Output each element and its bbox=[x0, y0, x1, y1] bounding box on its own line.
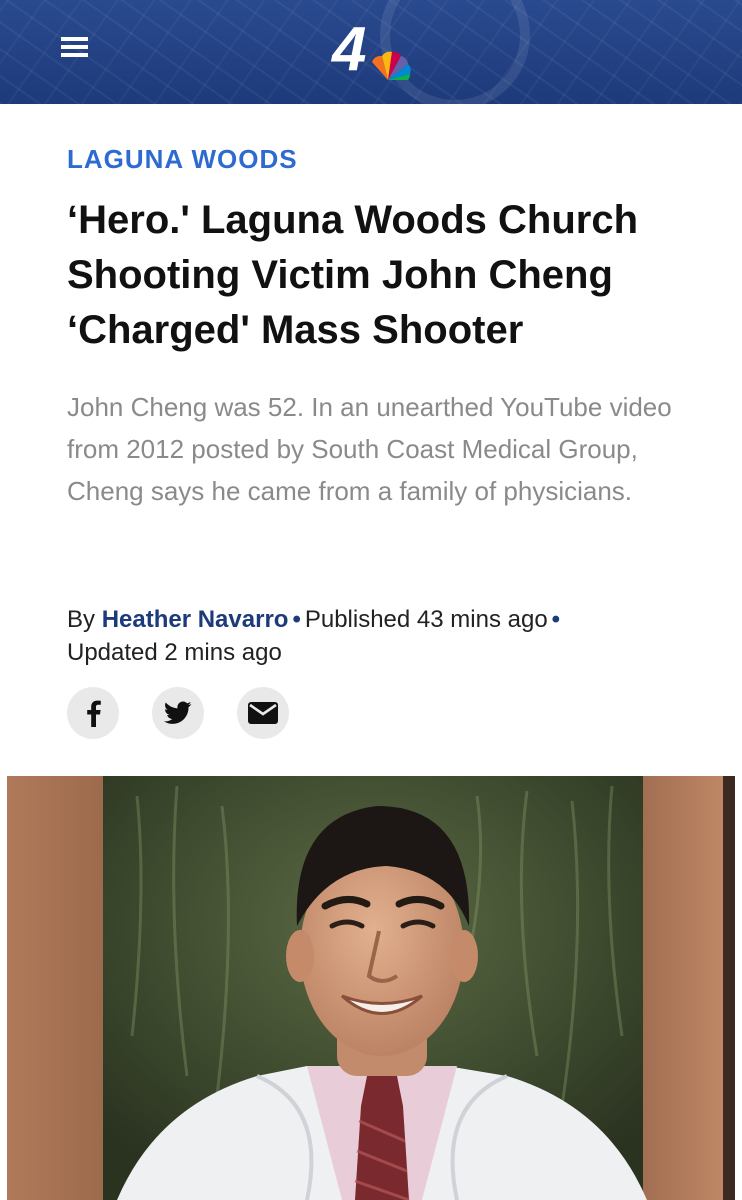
email-share-button[interactable] bbox=[237, 687, 289, 739]
site-header: 4 bbox=[0, 0, 742, 104]
channel-number: 4 bbox=[330, 16, 366, 80]
article-summary: John Cheng was 52. In an unearthed YouTu… bbox=[67, 392, 672, 506]
facebook-icon bbox=[87, 700, 101, 727]
portrait-photo bbox=[7, 776, 735, 1200]
section-label[interactable]: LAGUNA WOODS bbox=[67, 144, 298, 175]
separator-dot: • bbox=[551, 606, 561, 633]
article-photo[interactable] bbox=[7, 776, 735, 1200]
twitter-icon bbox=[164, 701, 192, 724]
facebook-share-button[interactable] bbox=[67, 687, 119, 739]
peacock-logo-icon bbox=[372, 51, 411, 80]
separator-dot: • bbox=[292, 606, 301, 633]
email-icon bbox=[248, 702, 278, 724]
byline: By Heather Navarro • Published 43 mins ago… bbox=[67, 603, 687, 669]
byline-by: By bbox=[67, 606, 96, 633]
article-headline: ‘Hero.' Laguna Woods Church Shooting Vic… bbox=[67, 198, 639, 352]
hamburger-menu-icon[interactable] bbox=[58, 33, 92, 61]
twitter-share-button[interactable] bbox=[152, 687, 204, 739]
nbc4-logo[interactable]: 4 bbox=[330, 16, 414, 80]
updated-time: Updated 2 mins ago bbox=[67, 639, 282, 666]
author-link[interactable]: Heather Navarro bbox=[102, 606, 289, 633]
published-time: Published 43 mins ago bbox=[304, 606, 548, 633]
